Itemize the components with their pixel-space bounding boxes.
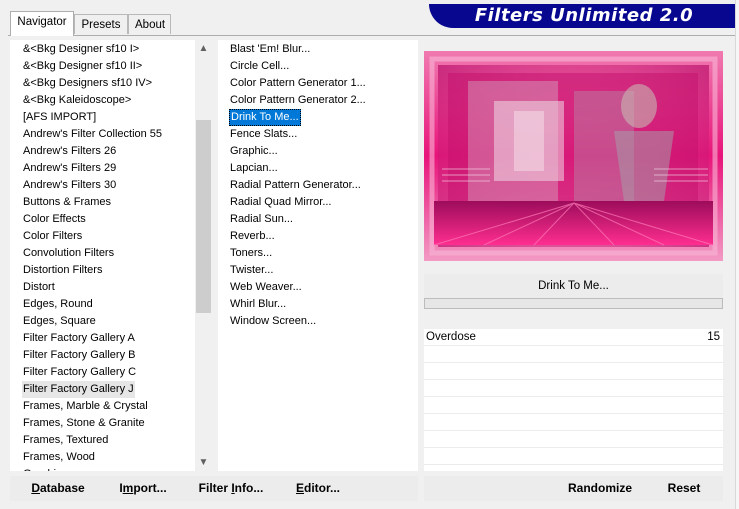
category-item[interactable]: Filter Factory Gallery A (22, 330, 136, 347)
category-item[interactable]: Distort (22, 279, 56, 296)
tab-strip-line (8, 35, 739, 36)
filter-item[interactable]: Fence Slats... (229, 126, 298, 143)
progress-bar (424, 298, 723, 309)
category-item[interactable]: Andrew's Filters 26 (22, 143, 117, 160)
category-item[interactable]: &<Bkg Designer sf10 I> (22, 41, 140, 58)
reset-button[interactable]: Reset (660, 476, 708, 501)
scroll-up-icon[interactable]: ▲ (195, 40, 212, 57)
filter-item[interactable]: Whirl Blur... (229, 296, 287, 313)
filter-item[interactable]: Blast 'Em! Blur... (229, 41, 311, 58)
category-list[interactable]: &<Bkg Designer sf10 I> &<Bkg Designer sf1… (10, 40, 212, 471)
filter-item[interactable]: Radial Sun... (229, 211, 294, 228)
category-item[interactable]: &<Bkg Designers sf10 IV> (22, 75, 153, 92)
param-row (424, 448, 723, 465)
category-item[interactable]: Graphic... (22, 466, 72, 471)
filter-item[interactable]: Radial Quad Mirror... (229, 194, 332, 211)
category-item[interactable]: Filter Factory Gallery B (22, 347, 136, 364)
param-row[interactable]: Overdose 15 (424, 329, 723, 346)
filter-name-display: Drink To Me... (424, 274, 723, 298)
category-item[interactable]: Frames, Wood (22, 449, 96, 466)
param-row (424, 346, 723, 363)
param-value[interactable]: 15 (707, 329, 720, 346)
category-item[interactable]: Buttons & Frames (22, 194, 112, 211)
category-item[interactable]: Filter Factory Gallery C (22, 364, 137, 381)
filter-item[interactable]: Graphic... (229, 143, 279, 160)
category-item[interactable]: Edges, Round (22, 296, 94, 313)
scroll-thumb[interactable] (196, 120, 211, 313)
category-item[interactable]: Color Filters (22, 228, 83, 245)
filter-item[interactable]: Web Weaver... (229, 279, 303, 296)
filter-item[interactable]: Drink To Me... (229, 109, 301, 126)
category-item[interactable]: Andrew's Filter Collection 55 (22, 126, 163, 143)
category-item[interactable]: Distortion Filters (22, 262, 103, 279)
tab-presets[interactable]: Presets (74, 14, 128, 34)
category-item[interactable]: Frames, Textured (22, 432, 109, 449)
filter-item[interactable]: Color Pattern Generator 1... (229, 75, 367, 92)
param-row (424, 363, 723, 380)
preview-image (424, 51, 723, 261)
filter-item[interactable]: Lapcian... (229, 160, 279, 177)
randomize-button[interactable]: Randomize (560, 476, 640, 501)
category-item[interactable]: Frames, Marble & Crystal (22, 398, 149, 415)
category-item[interactable]: Filter Factory Gallery J (22, 381, 135, 398)
filter-item[interactable]: Twister... (229, 262, 274, 279)
filter-item[interactable]: Toners... (229, 245, 273, 262)
param-row (424, 380, 723, 397)
parameter-panel: Overdose 15 (424, 329, 723, 471)
import-button[interactable]: Import... (112, 476, 174, 501)
tab-about[interactable]: About (128, 14, 171, 34)
param-row (424, 397, 723, 414)
param-row (424, 414, 723, 431)
param-row (424, 431, 723, 448)
app-title-banner: Filters Unlimited 2.0 (429, 4, 739, 28)
category-item[interactable]: Frames, Stone & Granite (22, 415, 146, 432)
filter-list[interactable]: Blast 'Em! Blur... Circle Cell... Color Pa… (218, 40, 418, 471)
param-name: Overdose (426, 331, 476, 343)
category-item[interactable]: Andrew's Filters 29 (22, 160, 117, 177)
category-item[interactable]: Color Effects (22, 211, 87, 228)
scroll-down-icon[interactable]: ▼ (195, 454, 212, 471)
editor-button[interactable]: Editor... (290, 476, 346, 501)
window-edge (735, 0, 739, 509)
filter-item[interactable]: Color Pattern Generator 2... (229, 92, 367, 109)
category-item[interactable]: &<Bkg Designer sf10 II> (22, 58, 143, 75)
category-item[interactable]: [AFS IMPORT] (22, 109, 97, 126)
filter-item[interactable]: Radial Pattern Generator... (229, 177, 362, 194)
category-scrollbar[interactable]: ▲ ▼ (195, 40, 212, 471)
category-item[interactable]: Convolution Filters (22, 245, 115, 262)
category-item[interactable]: &<Bkg Kaleidoscope> (22, 92, 132, 109)
tab-navigator[interactable]: Navigator (10, 11, 74, 36)
filter-item[interactable]: Reverb... (229, 228, 276, 245)
filter-item[interactable]: Window Screen... (229, 313, 317, 330)
category-item[interactable]: Andrew's Filters 30 (22, 177, 117, 194)
filter-item[interactable]: Circle Cell... (229, 58, 290, 75)
category-item[interactable]: Edges, Square (22, 313, 97, 330)
filter-info-button[interactable]: Filter Info... (196, 476, 266, 501)
database-button[interactable]: Database (20, 476, 96, 501)
